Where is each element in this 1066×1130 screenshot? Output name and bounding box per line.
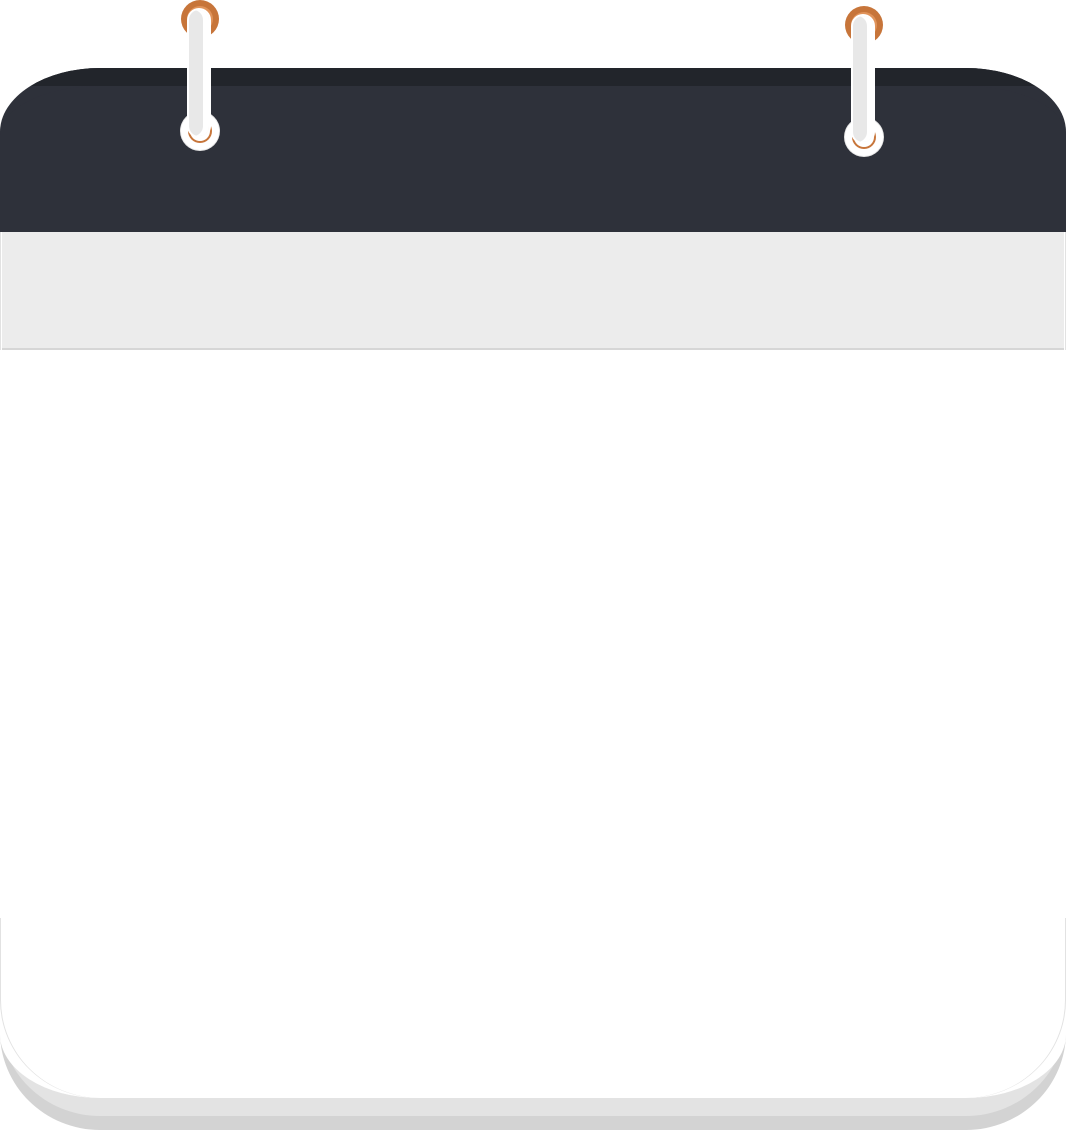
binder-ring-left-icon (180, 0, 220, 150)
ring-bar-left (189, 10, 209, 136)
calendar-body (0, 68, 1066, 1098)
calendar-subheader (2, 232, 1064, 350)
calendar-page-bottom (0, 918, 1066, 1098)
calendar-header-shade (0, 68, 1066, 136)
binder-ring-right-icon (844, 6, 884, 156)
ring-bar-right (853, 16, 873, 142)
calendar-header (0, 68, 1066, 232)
calendar-icon (0, 0, 1066, 1130)
